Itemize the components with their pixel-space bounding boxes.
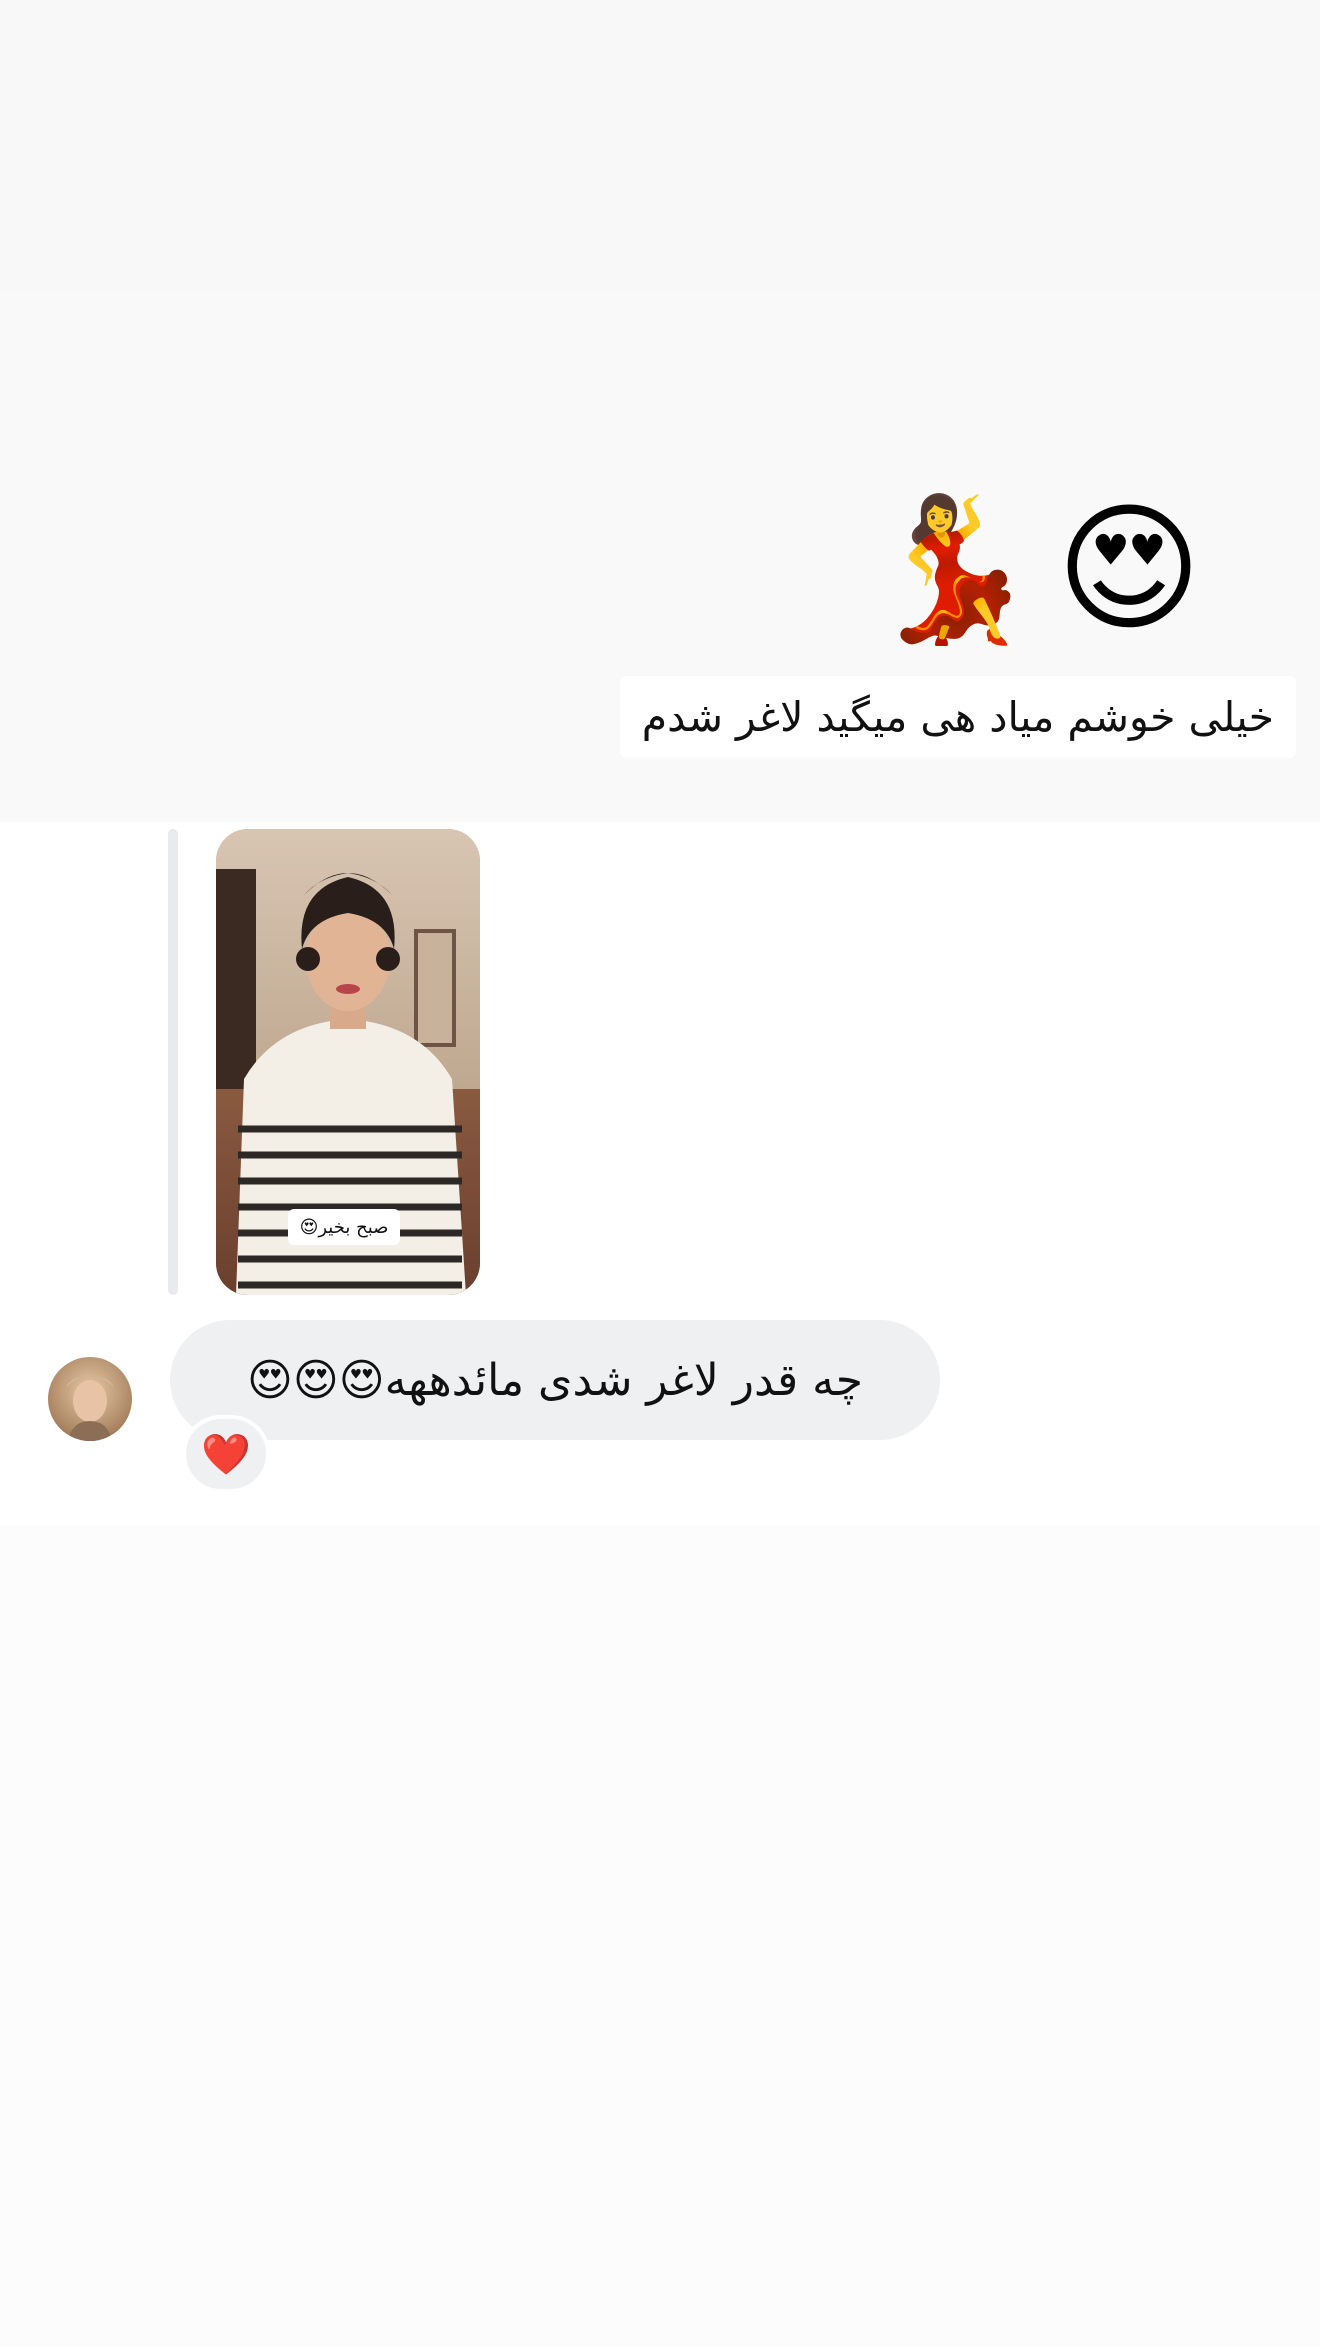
sender-avatar[interactable] — [48, 1357, 132, 1441]
heart-reaction-badge[interactable]: ❤️ — [182, 1415, 270, 1493]
message-text: چه قدر لاغر شدی مائدههه😍😍😍 — [247, 1354, 863, 1406]
story-text-label: خیلی خوشم میاد هی میگید لاغر شدم — [619, 676, 1296, 758]
reply-indicator-bar — [168, 829, 178, 1295]
story-emoji-row: 💃 😍 — [866, 500, 1202, 640]
dancer-emoji: 💃 — [865, 488, 1041, 651]
heart-eyes-emoji: 😍 — [1056, 488, 1202, 651]
story-sticker-text: صبح بخیر😍 — [288, 1209, 400, 1245]
top-blank-area — [0, 0, 1320, 290]
heart-icon: ❤️ — [201, 1431, 251, 1478]
replied-story-thumbnail[interactable]: صبح بخیر😍 — [216, 829, 480, 1295]
story-caption: خیلی خوشم میاد هی میگید لاغر شدم — [641, 693, 1274, 741]
avatar-image — [66, 1375, 114, 1441]
message-bubble[interactable]: چه قدر لاغر شدی مائدههه😍😍😍 — [170, 1320, 940, 1440]
